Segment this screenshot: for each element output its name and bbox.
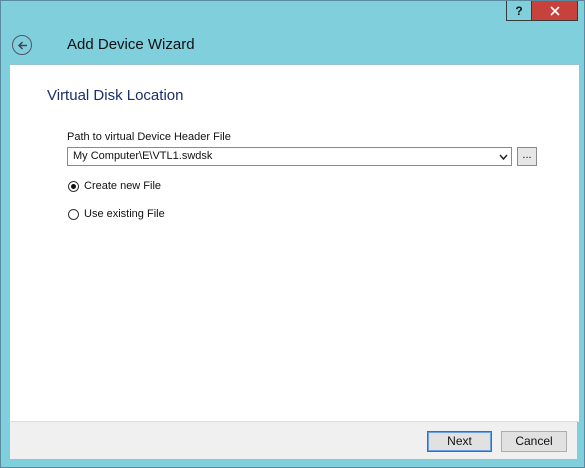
wizard-header: Add Device Wizard: [1, 1, 584, 63]
back-arrow-icon: [17, 40, 27, 50]
path-dropdown[interactable]: My Computer\E\VTL1.swdsk: [67, 147, 512, 166]
use-existing-file-label: Use existing File: [84, 208, 165, 220]
cancel-button[interactable]: Cancel: [501, 431, 567, 452]
radio-use-existing-file[interactable]: [68, 208, 79, 220]
wizard-footer: Next Cancel: [9, 421, 578, 460]
back-button[interactable]: [12, 35, 32, 55]
create-new-file-option[interactable]: Create new File: [68, 180, 161, 192]
path-dropdown-value: My Computer\E\VTL1.swdsk: [73, 150, 213, 162]
next-button[interactable]: Next: [427, 431, 492, 452]
page-title: Virtual Disk Location: [47, 87, 184, 104]
radio-create-new-file[interactable]: [68, 180, 79, 192]
browse-button[interactable]: ...: [517, 147, 537, 166]
chevron-down-icon: [499, 154, 508, 161]
wizard-content: Virtual Disk Location Path to virtual De…: [9, 64, 580, 423]
use-existing-file-option[interactable]: Use existing File: [68, 208, 165, 220]
create-new-file-label: Create new File: [84, 180, 162, 192]
wizard-window: ? Add Device Wizard Virtual Disk Locatio…: [0, 0, 585, 468]
wizard-title: Add Device Wizard: [67, 36, 195, 53]
path-label: Path to virtual Device Header File: [67, 131, 231, 143]
